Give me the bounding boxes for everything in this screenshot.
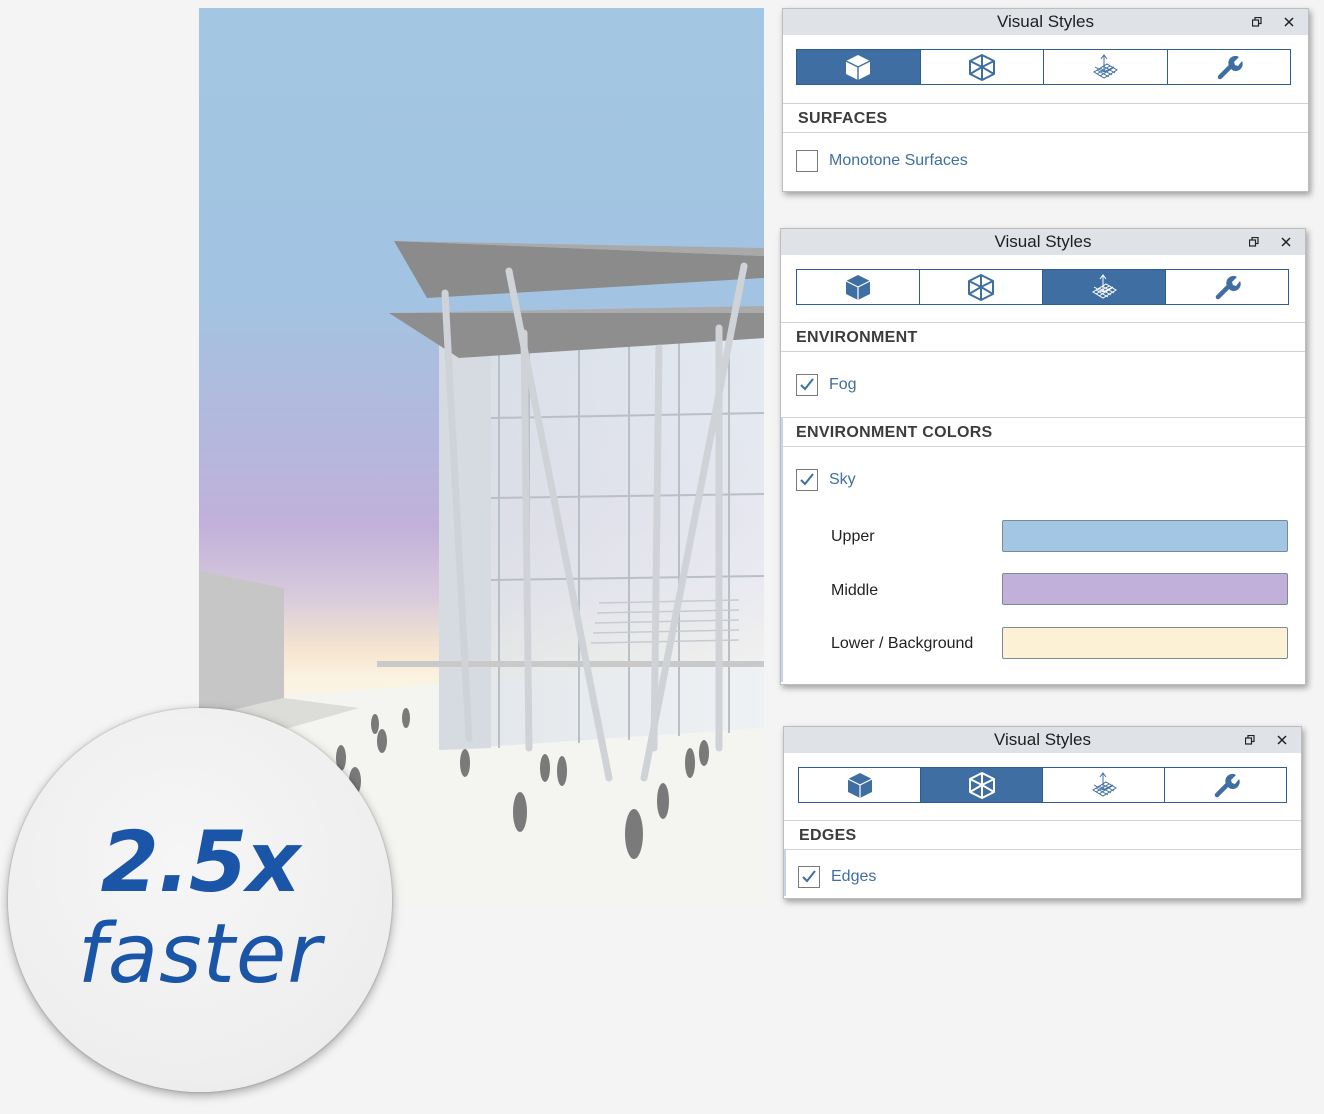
- section-accent: [781, 417, 783, 682]
- close-icon[interactable]: [1277, 229, 1295, 255]
- style-tabs: [798, 767, 1287, 803]
- section-environment-colors: ENVIRONMENT COLORS: [781, 417, 1305, 447]
- tab-settings[interactable]: [1166, 50, 1290, 84]
- fog-row[interactable]: Fog: [796, 374, 857, 396]
- tab-edges[interactable]: [919, 270, 1042, 304]
- visual-styles-panel-edges: Visual Styles EDGES Edges: [783, 726, 1302, 899]
- panel-titlebar: Visual Styles: [781, 229, 1305, 255]
- monotone-surfaces-label[interactable]: Monotone Surfaces: [829, 152, 968, 170]
- restore-icon[interactable]: [1248, 9, 1266, 35]
- checkmark-icon: [800, 378, 814, 391]
- visual-styles-panel-environment: Visual Styles ENVIRONMENT Fog ENVIRONMEN…: [780, 228, 1306, 685]
- tab-edges[interactable]: [919, 50, 1043, 84]
- fog-label[interactable]: Fog: [829, 376, 857, 394]
- section-surfaces: SURFACES: [783, 103, 1308, 133]
- edges-label[interactable]: Edges: [831, 868, 876, 886]
- wireframe-cube-icon: [968, 274, 994, 301]
- style-tabs: [796, 49, 1291, 85]
- section-environment: ENVIRONMENT: [781, 322, 1305, 352]
- upper-color-label: Upper: [831, 528, 875, 545]
- panel-title: Visual Styles: [993, 730, 1091, 749]
- visual-styles-panel-surfaces: Visual Styles SURFACES Monotone Surfaces: [782, 8, 1309, 192]
- panel-title: Visual Styles: [994, 232, 1092, 251]
- upper-color-swatch[interactable]: [1002, 520, 1288, 552]
- wrench-icon: [1217, 55, 1243, 80]
- speed-word: faster: [77, 907, 323, 1002]
- cube-icon: [845, 55, 871, 80]
- lower-background-color-swatch[interactable]: [1002, 627, 1288, 659]
- sky-label[interactable]: Sky: [829, 471, 856, 489]
- wrench-icon: [1214, 773, 1240, 798]
- sky-checkbox[interactable]: [796, 469, 818, 491]
- tab-settings[interactable]: [1164, 768, 1286, 802]
- environment-grid-icon: [1091, 772, 1117, 797]
- restore-icon[interactable]: [1245, 229, 1263, 255]
- cube-icon: [845, 275, 871, 300]
- environment-grid-icon: [1093, 54, 1119, 79]
- checkmark-icon: [802, 870, 816, 883]
- tab-environment[interactable]: [1042, 768, 1164, 802]
- speed-multiplier: 2.5x: [100, 813, 301, 911]
- speed-badge: 2.5x faster: [8, 708, 392, 1092]
- close-icon[interactable]: [1273, 727, 1291, 753]
- fog-checkbox[interactable]: [796, 374, 818, 396]
- section-edges: EDGES: [784, 820, 1301, 850]
- edges-checkbox[interactable]: [798, 866, 820, 888]
- panel-title: Visual Styles: [996, 12, 1094, 31]
- panel-titlebar: Visual Styles: [784, 727, 1301, 753]
- lower-background-color-label: Lower / Background: [831, 635, 974, 652]
- sky-row[interactable]: Sky: [796, 469, 856, 491]
- restore-icon[interactable]: [1241, 727, 1259, 753]
- wireframe-cube-icon: [968, 54, 995, 81]
- wireframe-cube-icon: [968, 772, 995, 799]
- tab-environment[interactable]: [1042, 270, 1165, 304]
- tab-surfaces[interactable]: [797, 50, 920, 84]
- style-tabs: [796, 269, 1289, 305]
- section-accent: [784, 850, 786, 896]
- tab-surfaces[interactable]: [797, 270, 919, 304]
- tab-environment[interactable]: [1043, 50, 1167, 84]
- cube-icon: [847, 773, 872, 798]
- middle-color-swatch[interactable]: [1002, 573, 1288, 605]
- close-icon[interactable]: [1280, 9, 1298, 35]
- tab-surfaces[interactable]: [799, 768, 920, 802]
- tab-settings[interactable]: [1165, 270, 1288, 304]
- edges-row[interactable]: Edges: [798, 866, 876, 888]
- middle-color-label: Middle: [831, 582, 879, 599]
- panel-titlebar: Visual Styles: [783, 9, 1308, 35]
- monotone-surfaces-row[interactable]: Monotone Surfaces: [796, 150, 968, 172]
- wrench-icon: [1215, 275, 1241, 300]
- monotone-surfaces-checkbox[interactable]: [796, 150, 818, 172]
- checkmark-icon: [800, 473, 814, 486]
- environment-grid-icon: [1092, 274, 1117, 299]
- tab-edges[interactable]: [920, 768, 1042, 802]
